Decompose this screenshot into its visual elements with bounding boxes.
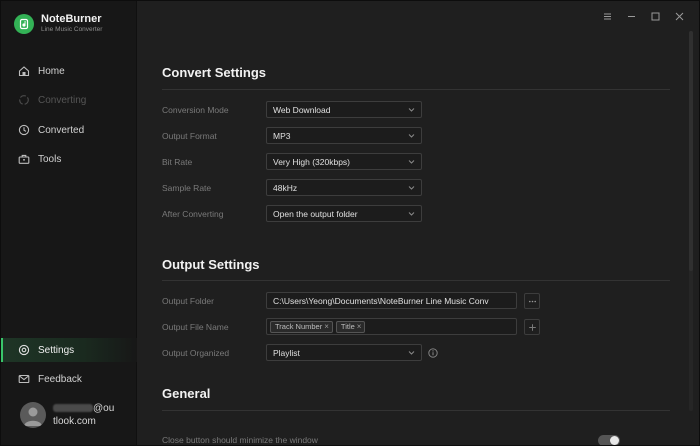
output-file-name-label: Output File Name [162, 322, 229, 332]
toolbox-icon [18, 153, 30, 165]
after-converting-label: After Converting [162, 209, 224, 219]
tag-title: Title × [335, 320, 366, 333]
tag-label: Title [340, 322, 355, 331]
output-format-label: Output Format [162, 131, 217, 141]
scrollbar[interactable] [689, 31, 693, 411]
sidebar: NoteBurner Line Music Converter Home Con… [1, 1, 137, 445]
scrollbar-thumb[interactable] [689, 31, 693, 271]
chevron-down-icon [408, 134, 415, 138]
chevron-down-icon [408, 212, 415, 216]
gear-icon [18, 344, 30, 356]
section-divider [162, 280, 670, 281]
output-settings-title: Output Settings [162, 257, 260, 272]
add-tag-button[interactable] [524, 319, 540, 335]
sidebar-item-label: Settings [38, 344, 75, 356]
redacted-email-name [53, 404, 93, 413]
avatar [20, 402, 46, 428]
minimize-window-toggle[interactable] [598, 435, 620, 445]
conversion-mode-label: Conversion Mode [162, 105, 229, 115]
app-name: NoteBurner [41, 13, 102, 25]
chevron-down-icon [408, 351, 415, 355]
conversion-mode-select[interactable]: Web Download [266, 101, 422, 118]
sample-rate-label: Sample Rate [162, 183, 212, 193]
sidebar-item-converting[interactable]: Converting [1, 88, 137, 112]
select-value: Web Download [273, 104, 331, 115]
sidebar-item-home[interactable]: Home [1, 59, 137, 83]
select-value: Very High (320kbps) [273, 156, 351, 167]
section-divider [162, 410, 670, 411]
browse-folder-button[interactable] [524, 293, 540, 309]
sidebar-item-label: Tools [38, 153, 62, 165]
bit-rate-label: Bit Rate [162, 157, 193, 167]
tag-label: Track Number [275, 322, 323, 331]
sidebar-item-label: Converted [38, 124, 85, 136]
sidebar-item-feedback[interactable]: Feedback [1, 367, 137, 391]
sidebar-item-settings[interactable]: Settings [1, 338, 137, 362]
minimize-window-label: Close button should minimize the window [162, 435, 318, 445]
user-email: @ou tlook.com [53, 402, 128, 428]
general-title: General [162, 386, 211, 401]
output-organized-label: Output Organized [162, 348, 230, 358]
output-folder-label: Output Folder [162, 296, 214, 306]
settings-panel: Convert Settings Conversion Mode Web Dow… [138, 1, 694, 445]
converting-icon [18, 94, 30, 106]
app-logo-icon [14, 13, 34, 34]
sidebar-item-label: Home [38, 65, 65, 77]
section-divider [162, 89, 670, 90]
after-converting-select[interactable]: Open the output folder [266, 205, 422, 222]
user-email-part1: @ou [93, 403, 115, 414]
bit-rate-select[interactable]: Very High (320kbps) [266, 153, 422, 170]
convert-settings-title: Convert Settings [162, 65, 267, 80]
tag-track-number: Track Number × [270, 320, 333, 333]
user-email-part2: tlook.com [53, 416, 96, 427]
more-dots-icon [528, 300, 536, 302]
user-account[interactable]: @ou tlook.com [20, 402, 128, 428]
output-folder-field[interactable]: C:\Users\Yeong\Documents\NoteBurner Line… [266, 292, 517, 309]
chevron-down-icon [408, 108, 415, 112]
sidebar-item-converted[interactable]: Converted [1, 118, 137, 142]
mail-icon [18, 373, 30, 385]
chevron-down-icon [408, 160, 415, 164]
output-file-name-field[interactable]: Track Number × Title × [266, 318, 517, 335]
sample-rate-select[interactable]: 48kHz [266, 179, 422, 196]
toggle-knob [610, 436, 619, 445]
select-value: Open the output folder [273, 208, 358, 219]
chevron-down-icon [408, 186, 415, 190]
output-folder-path: C:\Users\Yeong\Documents\NoteBurner Line… [273, 295, 489, 306]
app-window: NoteBurner Line Music Converter Home Con… [0, 0, 700, 446]
brand: NoteBurner Line Music Converter [14, 13, 102, 34]
sidebar-item-tools[interactable]: Tools [1, 147, 137, 171]
select-value: 48kHz [273, 182, 298, 193]
output-format-select[interactable]: MP3 [266, 127, 422, 144]
select-value: MP3 [273, 130, 291, 141]
info-icon[interactable] [428, 348, 438, 358]
plus-icon [528, 323, 536, 331]
sidebar-item-label: Converting [38, 94, 87, 106]
remove-tag-icon[interactable]: × [357, 322, 362, 331]
output-organized-select[interactable]: Playlist [266, 344, 422, 361]
sidebar-item-label: Feedback [38, 373, 82, 385]
home-icon [18, 65, 30, 77]
clock-icon [18, 124, 30, 136]
select-value: Playlist [273, 347, 300, 358]
remove-tag-icon[interactable]: × [324, 322, 329, 331]
app-subtitle: Line Music Converter [41, 26, 103, 33]
